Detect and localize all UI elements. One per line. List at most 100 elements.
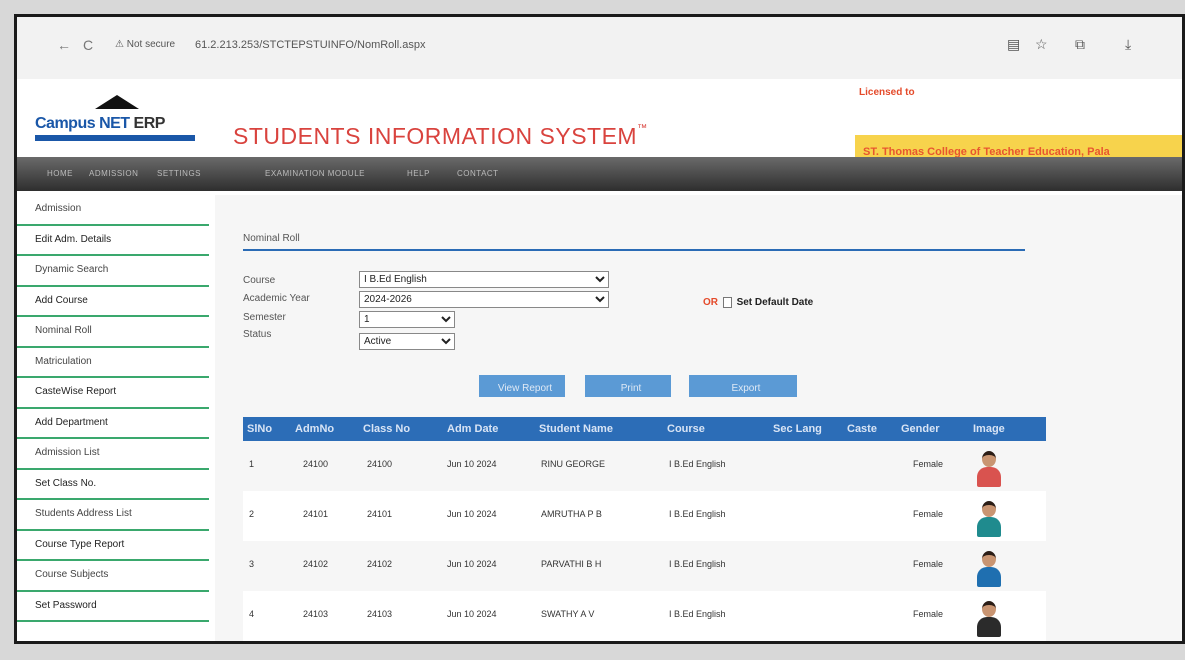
sidebar-item-course-subjects[interactable]: Course Subjects [17, 561, 209, 592]
section-divider [243, 249, 1025, 251]
sidebar-item-set-class-no[interactable]: Set Class No. [17, 470, 209, 500]
not-secure-badge[interactable]: ⚠ Not secure [115, 39, 175, 50]
cell-course: I B.Ed English [669, 609, 726, 619]
cell-classno: 24100 [367, 459, 393, 469]
table-row: 2 24101 24101 Jun 10 2024 AMRUTHA P B I … [243, 491, 1046, 541]
cell-slno: 2 [249, 509, 255, 519]
licensed-to-label: Licensed to [859, 87, 915, 98]
menu-home[interactable]: HOME [47, 169, 73, 178]
logo-erp-text: ERP [133, 115, 166, 132]
sidebar-item-castewise-report[interactable]: CasteWise Report [17, 378, 209, 409]
view-report-button[interactable]: View Report [479, 375, 565, 397]
cell-slno: 1 [249, 459, 255, 469]
menu-settings[interactable]: SETTINGS [157, 169, 201, 178]
cell-student-name: RINU GEORGE [541, 459, 606, 469]
menu-contact[interactable]: CONTACT [457, 169, 499, 178]
sidebar-item-nominal-roll[interactable]: Nominal Roll [17, 317, 209, 348]
main-content: Nominal Roll Course I B.Ed English Acade… [215, 195, 1182, 641]
back-icon[interactable]: ← [57, 37, 71, 53]
cell-course: I B.Ed English [669, 559, 726, 569]
cell-student-name: AMRUTHA P B [541, 509, 602, 519]
col-admno: AdmNo [295, 423, 335, 435]
student-photo [975, 449, 1003, 487]
cell-admdate: Jun 10 2024 [447, 509, 497, 519]
system-title: STUDENTS INFORMATION SYSTEM™ [233, 123, 648, 149]
sidebar-item-dynamic-search[interactable]: Dynamic Search [17, 256, 209, 287]
graduation-cap-icon [95, 95, 139, 109]
cell-student-name: SWATHY A V [541, 609, 595, 619]
col-classno: Class No [363, 423, 411, 435]
sidebar-item-admission[interactable]: Admission [17, 195, 209, 226]
col-sec-lang: Sec Lang [773, 423, 822, 435]
col-caste: Caste [847, 423, 877, 435]
reload-icon[interactable]: C [83, 37, 93, 53]
col-gender: Gender [901, 423, 940, 435]
sidebar-item-admission-list[interactable]: Admission List [17, 439, 209, 470]
sidebar-item-students-address-list[interactable]: Students Address List [17, 500, 209, 531]
cell-slno: 3 [249, 559, 255, 569]
student-photo [975, 599, 1003, 637]
extensions-icon[interactable]: ⧉ [1075, 36, 1085, 53]
translate-icon[interactable]: ▤ [1007, 36, 1020, 53]
set-default-date-label: Set Default Date [736, 297, 814, 309]
cell-gender: Female [913, 609, 944, 619]
star-icon[interactable]: ☆ [1035, 36, 1048, 53]
section-title: Nominal Roll [243, 233, 300, 244]
col-admdate: Adm Date [447, 423, 499, 435]
menu-examination[interactable]: EXAMINATION MODULE [265, 169, 365, 178]
student-photo [975, 549, 1003, 587]
browser-toolbar: ← C ⚠ Not secure 61.2.213.253/STCTEPSTUI… [17, 17, 1182, 80]
cell-admno: 24102 [303, 559, 329, 569]
student-photo [975, 499, 1003, 537]
cell-slno: 4 [249, 609, 255, 619]
cell-classno: 24102 [367, 559, 393, 569]
status-select[interactable]: Active [359, 333, 455, 350]
campusnet-logo[interactable]: Campus NET ERP [35, 115, 165, 133]
export-button[interactable]: Export [689, 375, 797, 397]
academic-year-label: Academic Year [243, 293, 310, 304]
col-slno: SlNo [247, 423, 273, 435]
cell-gender: Female [913, 509, 944, 519]
download-icon[interactable]: ⤓ [1125, 36, 1131, 53]
cell-admno: 24100 [303, 459, 329, 469]
semester-select[interactable]: 1 [359, 311, 455, 328]
table-row: 3 24102 24102 Jun 10 2024 PARVATHI B H I… [243, 541, 1046, 591]
col-image: Image [973, 423, 1005, 435]
cell-admno: 24101 [303, 509, 329, 519]
status-label: Status [243, 329, 272, 340]
address-bar[interactable]: 61.2.213.253/STCTEPSTUINFO/NomRoll.aspx [195, 39, 425, 51]
default-date-option: OR Set Default Date [703, 297, 813, 308]
main-menu-bar: HOME ADMISSION SETTINGS EXAMINATION MODU… [17, 157, 1182, 191]
cell-course: I B.Ed English [669, 459, 726, 469]
cell-admdate: Jun 10 2024 [447, 459, 497, 469]
sidebar: Admission Edit Adm. Details Dynamic Sear… [17, 195, 209, 641]
cell-admno: 24103 [303, 609, 329, 619]
logo-tagline-bar [35, 135, 195, 141]
cell-classno: 24103 [367, 609, 393, 619]
sidebar-item-add-department[interactable]: Add Department [17, 409, 209, 439]
sidebar-item-set-password[interactable]: Set Password [17, 592, 209, 622]
cell-course: I B.Ed English [669, 509, 726, 519]
sidebar-item-add-course[interactable]: Add Course [17, 287, 209, 317]
col-student-name: Student Name [539, 423, 613, 435]
menu-help[interactable]: HELP [407, 169, 430, 178]
course-label: Course [243, 275, 276, 286]
cell-student-name: PARVATHI B H [541, 559, 602, 569]
menu-admission[interactable]: ADMISSION [89, 169, 138, 178]
cell-admdate: Jun 10 2024 [447, 609, 497, 619]
table-row: 4 24103 24103 Jun 10 2024 SWATHY A V I B… [243, 591, 1046, 641]
academic-year-select[interactable]: 2024-2026 [359, 291, 609, 308]
col-course: Course [667, 423, 705, 435]
table-row: 1 24100 24100 Jun 10 2024 RINU GEORGE I … [243, 441, 1046, 491]
cell-gender: Female [913, 459, 944, 469]
sidebar-item-course-type-report[interactable]: Course Type Report [17, 531, 209, 561]
cell-classno: 24101 [367, 509, 393, 519]
print-button[interactable]: Print [585, 375, 671, 397]
sidebar-item-matriculation[interactable]: Matriculation [17, 348, 209, 378]
set-default-date-checkbox[interactable] [722, 297, 732, 308]
course-select[interactable]: I B.Ed English [359, 271, 609, 288]
screen-frame: ← C ⚠ Not secure 61.2.213.253/STCTEPSTUI… [14, 14, 1185, 644]
sidebar-item-edit-adm-details[interactable]: Edit Adm. Details [17, 226, 209, 256]
or-label: OR [703, 297, 718, 309]
cell-admdate: Jun 10 2024 [447, 559, 497, 569]
